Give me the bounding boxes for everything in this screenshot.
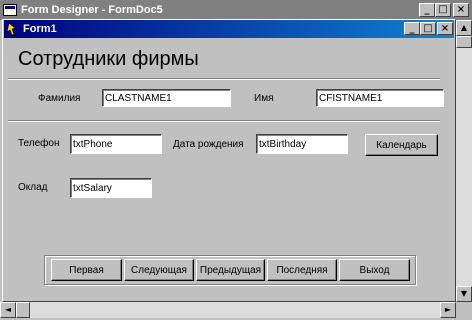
app-title: Form Designer - FormDoc5 — [21, 4, 163, 16]
form1-minimize-button[interactable]: _ — [404, 22, 420, 35]
last-button[interactable]: Последняя — [267, 259, 337, 281]
firstname-label: Имя — [254, 93, 274, 104]
middle-divider — [8, 120, 440, 122]
birthdate-label: Дата рождения — [173, 139, 244, 150]
form1-maximize-button[interactable]: □ — [420, 22, 436, 35]
calendar-button[interactable]: Календарь — [365, 134, 438, 156]
form-icon — [6, 22, 16, 36]
previous-button[interactable]: Предыдущая — [196, 259, 265, 281]
salary-label: Оклад — [18, 182, 48, 193]
form1-title-bar[interactable]: Form1 — [4, 20, 454, 38]
form-designer-icon — [3, 4, 17, 16]
scroll-up-button[interactable]: ▲ — [456, 20, 472, 36]
scroll-right-button[interactable]: ► — [440, 302, 456, 318]
firstname-field[interactable]: CFISTNAME1 — [316, 89, 444, 107]
app-maximize-button[interactable]: □ — [435, 3, 451, 17]
vertical-scroll-thumb[interactable] — [456, 36, 472, 48]
lastname-field[interactable]: CLASTNAME1 — [102, 89, 231, 107]
lastname-label: Фамилия — [38, 93, 81, 104]
vertical-scrollbar[interactable] — [456, 20, 472, 302]
phone-label: Телефон — [18, 138, 60, 149]
horizontal-scrollbar[interactable] — [0, 302, 456, 318]
app-minimize-button[interactable]: _ — [419, 3, 435, 17]
exit-button[interactable]: Выход — [339, 259, 410, 281]
scroll-left-button[interactable]: ◄ — [0, 302, 16, 318]
horizontal-scroll-thumb[interactable] — [16, 302, 30, 318]
form-heading: Сотрудники фирмы — [18, 48, 199, 70]
app-title-bar[interactable]: Form Designer - FormDoc5 — [0, 0, 472, 20]
scrollbar-corner — [456, 302, 472, 318]
form1-title: Form1 — [23, 23, 57, 35]
first-button[interactable]: Первая — [51, 259, 122, 281]
top-divider — [8, 78, 440, 80]
form1-close-button[interactable]: × — [437, 22, 453, 35]
next-button[interactable]: Следующая — [124, 259, 194, 281]
phone-field[interactable]: txtPhone — [70, 134, 162, 154]
scroll-down-button[interactable]: ▼ — [456, 286, 472, 302]
app-close-button[interactable]: × — [453, 3, 469, 17]
salary-field[interactable]: txtSalary — [70, 178, 152, 198]
birthdate-field[interactable]: txtBirthday — [256, 134, 348, 154]
